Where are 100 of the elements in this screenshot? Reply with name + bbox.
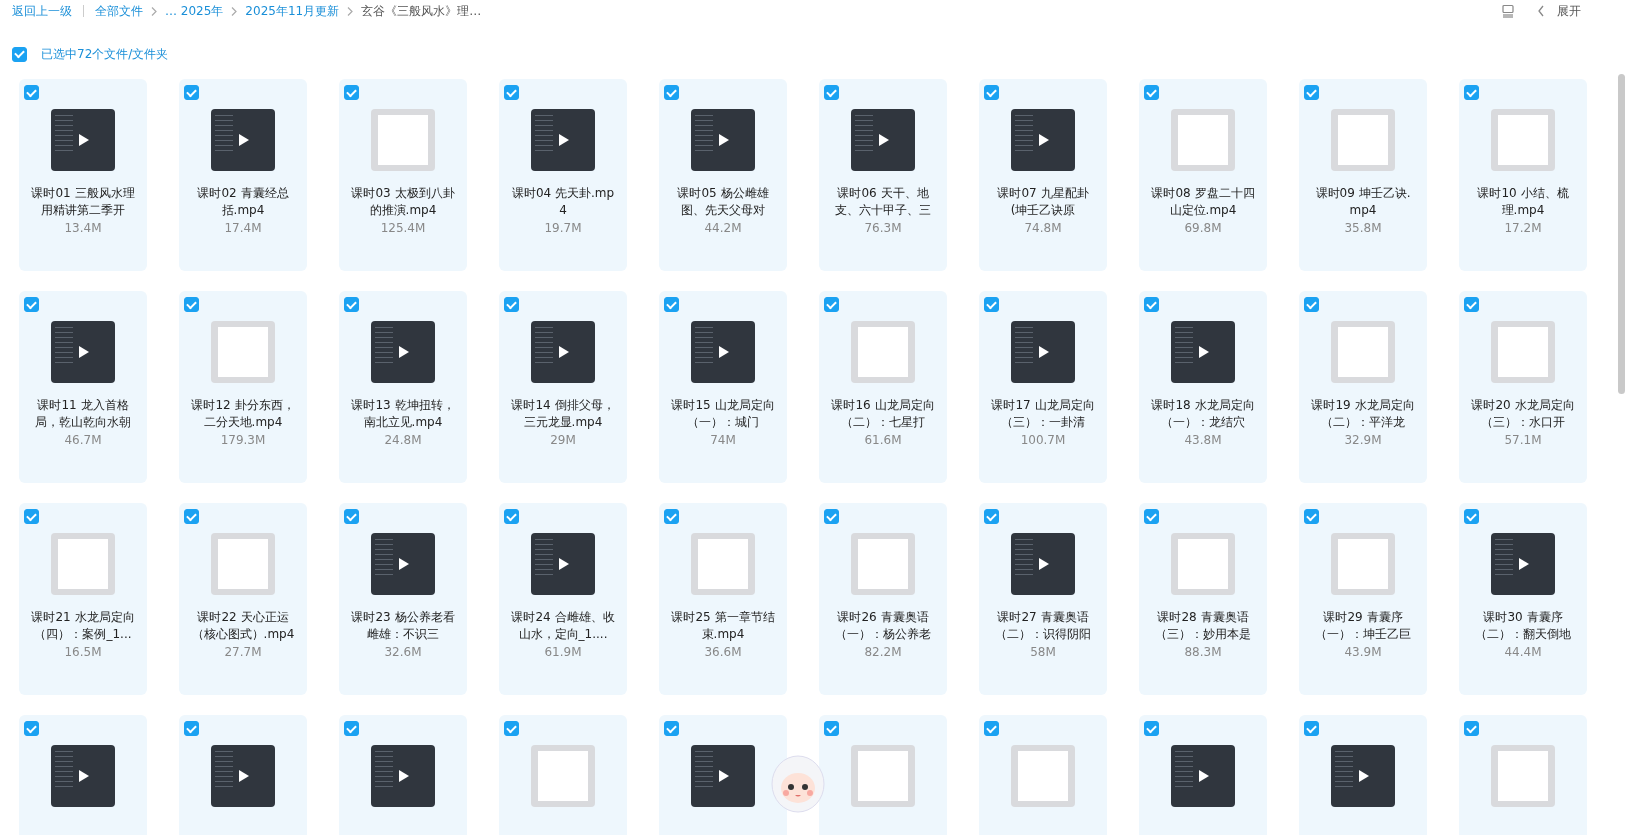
file-checkbox[interactable] (184, 509, 199, 524)
file-card[interactable]: 课时29 青囊序 （一）：坤壬乙巨 43.9M (1299, 503, 1427, 695)
expand-link[interactable]: 展开 (1557, 2, 1581, 20)
file-card[interactable]: 课时19 水龙局定向 （二）：平洋龙 32.9M (1299, 291, 1427, 483)
file-checkbox[interactable] (504, 85, 519, 100)
file-checkbox[interactable] (1304, 721, 1319, 736)
file-checkbox[interactable] (984, 85, 999, 100)
file-checkbox[interactable] (824, 85, 839, 100)
file-card[interactable]: 课时27 青囊奥语 （二）：识得阴阳 58M (979, 503, 1107, 695)
file-checkbox[interactable] (344, 509, 359, 524)
file-card[interactable]: 课时04 先天卦.mp 4 19.7M (499, 79, 627, 271)
file-checkbox[interactable] (24, 85, 39, 100)
file-checkbox[interactable] (344, 297, 359, 312)
document-thumbnail (211, 321, 275, 383)
file-card[interactable]: 课时05 杨公雌雄 图、先天父母对 44.2M (659, 79, 787, 271)
file-name: 课时22 天心正运 （核心图式）.mp4 (191, 609, 295, 643)
file-checkbox[interactable] (344, 721, 359, 736)
file-card[interactable]: 课时01 三般风水理 用精讲第二季开 13.4M (19, 79, 147, 271)
file-checkbox[interactable] (184, 297, 199, 312)
file-checkbox[interactable] (664, 721, 679, 736)
file-size: 19.7M (544, 221, 582, 235)
file-card[interactable]: 课时26 青囊奥语 （一）：杨公养老 82.2M (819, 503, 947, 695)
file-name: 课时25 第一章节结 束.mp4 (671, 609, 775, 643)
file-checkbox[interactable] (1144, 297, 1159, 312)
file-checkbox[interactable] (1464, 85, 1479, 100)
file-checkbox[interactable] (1304, 85, 1319, 100)
file-size: 17.2M (1504, 221, 1542, 235)
file-checkbox[interactable] (1304, 509, 1319, 524)
back-link[interactable]: 返回上一级 (12, 2, 72, 20)
file-checkbox[interactable] (1464, 297, 1479, 312)
file-name: 课时02 青囊经总 括.mp4 (197, 185, 289, 219)
file-size: 43.9M (1344, 645, 1382, 659)
file-name: 课时09 坤壬乙诀. mp4 (1315, 185, 1411, 219)
file-checkbox[interactable] (24, 721, 39, 736)
file-name: 课时30 青囊序 （二）：翻天倒地 (1475, 609, 1571, 643)
file-checkbox[interactable] (344, 85, 359, 100)
breadcrumb-link[interactable]: 2025年11月更新 (245, 2, 340, 20)
file-checkbox[interactable] (24, 297, 39, 312)
document-thumbnail (1331, 533, 1395, 595)
file-name: 课时27 青囊奥语 （二）：识得阴阳 (995, 609, 1091, 643)
file-card[interactable]: 课时08 罗盘二十四 山定位.mp4 69.8M (1139, 79, 1267, 271)
file-size: 46.7M (64, 433, 102, 447)
file-size: 58M (1030, 645, 1056, 659)
file-checkbox[interactable] (1304, 297, 1319, 312)
panel-icon[interactable] (1501, 4, 1515, 18)
file-name: 课时05 杨公雌雄 图、先天父母对 (677, 185, 769, 219)
file-card[interactable]: 课时25 第一章节结 束.mp4 36.6M (659, 503, 787, 695)
chevron-right-icon (151, 6, 157, 16)
file-checkbox[interactable] (984, 297, 999, 312)
breadcrumb-link[interactable]: 玄谷《三般风水》理… (361, 2, 482, 20)
mascot-drawing[interactable] (770, 752, 826, 814)
chevron-right-icon (347, 6, 354, 16)
file-card[interactable]: 课时18 水龙局定向 （一）：龙结穴 43.8M (1139, 291, 1267, 483)
file-checkbox[interactable] (1464, 509, 1479, 524)
file-checkbox[interactable] (664, 297, 679, 312)
file-checkbox[interactable] (504, 297, 519, 312)
document-thumbnail (1491, 109, 1555, 171)
chevron-left-icon[interactable] (1537, 5, 1545, 17)
file-card[interactable]: 课时24 合雌雄、收 山水，定向_1.... 61.9M (499, 503, 627, 695)
file-checkbox[interactable] (984, 509, 999, 524)
file-card[interactable]: 课时22 天心正运 （核心图式）.mp4 27.7M (179, 503, 307, 695)
select-all-checkbox[interactable] (12, 46, 27, 62)
file-checkbox[interactable] (984, 721, 999, 736)
file-checkbox[interactable] (504, 721, 519, 736)
file-checkbox[interactable] (664, 509, 679, 524)
file-card[interactable]: 课时28 青囊奥语 （三）：妙用本是 88.3M (1139, 503, 1267, 695)
file-card[interactable]: 课时07 九星配卦 (坤壬乙诀原 74.8M (979, 79, 1107, 271)
file-checkbox[interactable] (24, 509, 39, 524)
file-card[interactable]: 课时21 水龙局定向 （四）：案例_1... 16.5M (19, 503, 147, 695)
file-checkbox[interactable] (824, 297, 839, 312)
file-card[interactable]: 课时20 水龙局定向 （三）：水口开 57.1M (1459, 291, 1587, 483)
file-card[interactable]: 课时03 太极到八卦 的推演.mp4 125.4M (339, 79, 467, 271)
file-card[interactable]: 课时12 卦分东西， 二分天地.mp4 179.3M (179, 291, 307, 483)
file-card[interactable]: 课时16 山龙局定向 （二）：七星打 61.6M (819, 291, 947, 483)
file-checkbox[interactable] (1144, 721, 1159, 736)
document-thumbnail (691, 533, 755, 595)
file-name: 课时16 山龙局定向 （二）：七星打 (831, 397, 935, 431)
file-card[interactable]: 课时06 天干、地 支、六十甲子、三 76.3M (819, 79, 947, 271)
file-card[interactable]: 课时09 坤壬乙诀. mp4 35.8M (1299, 79, 1427, 271)
file-card[interactable]: 课时30 青囊序 （二）：翻天倒地 44.4M (1459, 503, 1587, 695)
file-card[interactable]: 课时13 乾坤扭转， 南北立见.mp4 24.8M (339, 291, 467, 483)
file-checkbox[interactable] (664, 85, 679, 100)
file-name: 课时04 先天卦.mp 4 (511, 185, 615, 219)
file-checkbox[interactable] (504, 509, 519, 524)
file-checkbox[interactable] (1144, 509, 1159, 524)
file-card[interactable]: 课时10 小结、梳 理.mp4 17.2M (1459, 79, 1587, 271)
breadcrumb-link[interactable]: 全部文件 (95, 2, 143, 20)
file-checkbox[interactable] (1144, 85, 1159, 100)
breadcrumb-link[interactable]: … 2025年 (165, 2, 224, 20)
file-card[interactable]: 课时14 倒排父母， 三元龙显.mp4 29M (499, 291, 627, 483)
file-checkbox[interactable] (184, 721, 199, 736)
file-card[interactable]: 课时23 杨公养老看 雌雄：不识三 32.6M (339, 503, 467, 695)
file-checkbox[interactable] (824, 509, 839, 524)
file-card[interactable]: 课时02 青囊经总 括.mp4 17.4M (179, 79, 307, 271)
file-checkbox[interactable] (184, 85, 199, 100)
file-checkbox[interactable] (824, 721, 839, 736)
file-card[interactable]: 课时17 山龙局定向 （三）：一卦清 100.7M (979, 291, 1107, 483)
file-card[interactable]: 课时15 山龙局定向 （一）：城门 74M (659, 291, 787, 483)
file-checkbox[interactable] (1464, 721, 1479, 736)
file-card[interactable]: 课时11 龙入首格 局，乾山乾向水朝 46.7M (19, 291, 147, 483)
